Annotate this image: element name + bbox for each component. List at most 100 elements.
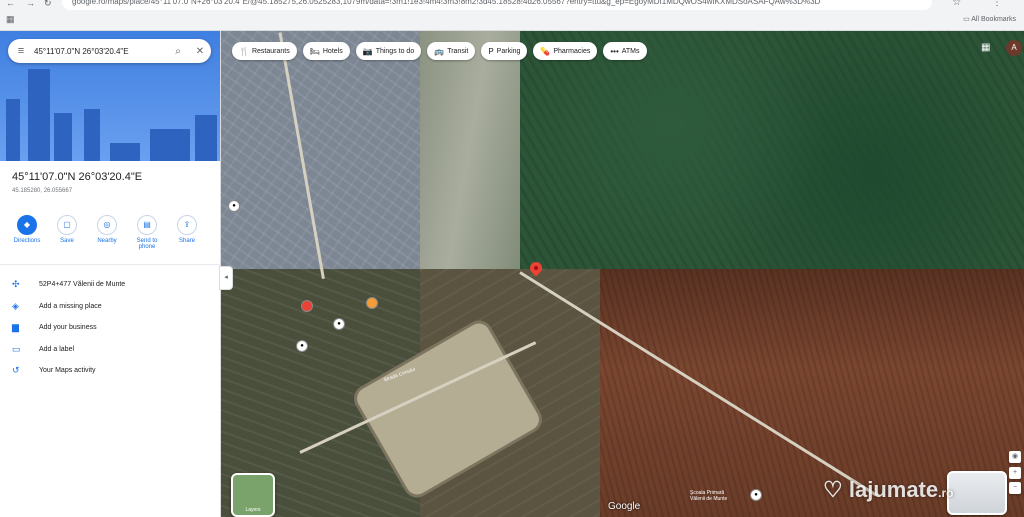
add-place-icon: ◈ [12,300,19,311]
phone-icon: ▤ [137,215,157,235]
building-shape [84,109,100,161]
label-icon: ▭ [12,343,21,354]
map-view-thumbnail[interactable] [947,471,1007,515]
pharmacy-icon: 💊 [540,46,551,56]
history-icon: ↺ [12,365,20,376]
zoom-out-button[interactable]: − [1009,482,1021,494]
business-icon: ▆ [12,322,19,333]
list-item-maps-activity[interactable]: ↺ Your Maps activity [12,360,125,382]
heart-icon: ♡ [823,477,843,502]
hotel-icon: 🛏 [309,46,320,56]
menu-icon[interactable]: ≡ [8,45,34,57]
reload-icon[interactable]: ↻ [44,0,52,9]
zoom-in-button[interactable]: + [1009,467,1021,479]
bookmark-icon: ▢ [57,215,77,235]
place-info-list: ✣ 52P4+477 Vălenii de Munte ◈ Add a miss… [12,274,125,382]
back-icon[interactable]: ← [6,0,15,8]
building-shape [110,143,140,161]
toolbar-icons[interactable]: ☆ ⋮ [952,0,1016,8]
building-shape [6,99,20,161]
list-item-plus-code[interactable]: ✣ 52P4+477 Vălenii de Munte [12,274,125,296]
chip-label: Pharmacies [553,47,591,55]
place-title: 45°11'07.0"N 26°03'20.4"E [12,171,143,183]
place-sidebar: ≡ 45°11'07.0"N 26°03'20.4"E ⌕ ✕ 45°11'07… [0,31,221,517]
list-item-label: 52P4+477 Vălenii de Munte [39,281,126,289]
close-icon[interactable]: ✕ [189,46,211,57]
share-button[interactable]: ⇪ Share [172,215,202,250]
send-to-phone-button[interactable]: ▤ Send to phone [132,215,162,250]
chip-label: Hotels [322,47,343,55]
chip-transit[interactable]: 🚌 Transit [427,42,476,60]
place-decimal-coords: 45.185280, 26.055667 [12,188,73,194]
plus-code-icon: ✣ [12,279,20,290]
bookmarks-label: All Bookmarks [971,16,1016,23]
list-item-add-business[interactable]: ▆ Add your business [12,317,125,339]
search-icon[interactable]: ⌕ [167,46,189,57]
chip-pharmacies[interactable]: 💊 Pharmacies [533,42,598,60]
action-label: Directions [13,238,41,244]
poi-icon[interactable]: ● [296,340,308,352]
chip-label: Things to do [375,47,415,55]
collapse-panel-button[interactable]: ◂ [219,266,233,290]
browser-chrome: ← → ↻ google.ro/maps/place/45°11'07.0"N+… [0,0,1024,31]
poi-icon[interactable]: ● [750,489,762,501]
poi-icon[interactable]: ● [333,318,345,330]
forest-green [520,31,1024,269]
list-item-label: Add a missing place [39,302,102,310]
folder-icon: ▭ [963,16,970,23]
layers-button[interactable]: Layers [231,473,275,517]
list-item-add-missing-place[interactable]: ◈ Add a missing place [12,296,125,318]
address-bar[interactable]: google.ro/maps/place/45°11'07.0"N+26°03'… [62,0,932,10]
apps-grid-icon[interactable]: ▦ [981,42,990,53]
apps-icon[interactable]: ▦ [6,14,15,25]
search-input[interactable]: 45°11'07.0"N 26°03'20.4"E [34,47,167,56]
building-shape [195,115,217,161]
chip-label: ATMs [621,47,640,55]
category-chips: 🍴 Restaurants 🛏 Hotels 📷 Things to do 🚌 … [232,42,647,60]
nearby-icon: ◎ [97,215,117,235]
save-button[interactable]: ▢ Save [52,215,82,250]
place-hero-image: ≡ 45°11'07.0"N 26°03'20.4"E ⌕ ✕ [0,31,220,161]
chip-label: Restaurants [251,47,290,55]
all-bookmarks[interactable]: ▭ All Bookmarks [963,15,1016,23]
action-buttons: ◆ Directions ▢ Save ◎ Nearby ▤ Send to p… [12,215,202,250]
chip-label: Transit [447,47,469,55]
chip-hotels[interactable]: 🛏 Hotels [302,42,350,60]
chip-things-to-do[interactable]: 📷 Things to do [355,42,422,60]
directions-icon: ◆ [17,215,37,235]
parking-icon: P [488,46,494,56]
chip-parking[interactable]: P Parking [481,42,528,60]
avatar[interactable]: A [1006,40,1022,56]
layers-label: Layers [245,507,261,513]
forward-icon[interactable]: → [26,0,35,8]
directions-button[interactable]: ◆ Directions [12,215,42,250]
building-shape [28,69,50,161]
restaurant-icon: 🍴 [239,46,249,56]
compass-icon[interactable]: ◉ [1009,451,1021,463]
action-label: Nearby [97,238,117,244]
nearby-button[interactable]: ◎ Nearby [92,215,122,250]
google-logo: Google [608,501,641,512]
watermark-text: lajumate [848,477,939,502]
satellite-map[interactable] [220,31,1024,517]
poi-icon[interactable] [301,300,313,312]
camera-icon: 📷 [362,46,373,56]
chip-atms[interactable]: ••• ATMs [603,42,647,60]
list-item-add-label[interactable]: ▭ Add a label [12,339,125,361]
bus-icon: 🚌 [434,46,445,56]
building-shape [54,113,72,161]
watermark-suffix: .ro [938,486,954,500]
list-item-label: Your Maps activity [39,367,96,375]
poi-icon[interactable]: ● [228,200,240,212]
watermark: ♡ lajumate.ro [823,477,953,503]
action-label: Save [60,238,74,244]
divider [0,264,220,265]
action-label: Share [178,238,195,244]
list-item-label: Add your business [39,324,97,332]
chip-label: Parking [496,47,521,55]
search-box[interactable]: ≡ 45°11'07.0"N 26°03'20.4"E ⌕ ✕ [8,39,211,63]
chip-restaurants[interactable]: 🍴 Restaurants [232,42,297,60]
poi-icon[interactable] [366,297,378,309]
list-item-label: Add a label [39,345,75,353]
share-icon: ⇪ [177,215,197,235]
